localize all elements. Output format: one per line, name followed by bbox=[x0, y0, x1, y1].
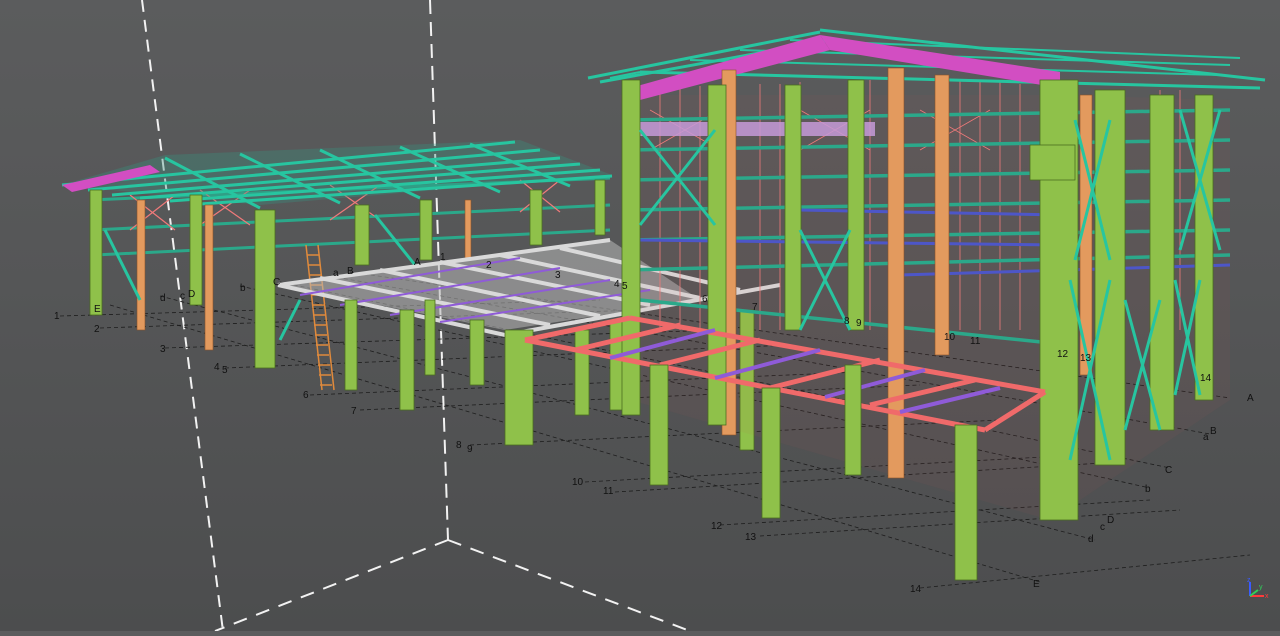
grid-label: 13 bbox=[745, 532, 757, 543]
grid-label: a bbox=[1203, 432, 1209, 443]
grid-label: 8 bbox=[844, 316, 850, 327]
grid-label: 11 bbox=[603, 486, 614, 497]
grid-label: 13 bbox=[1080, 353, 1092, 364]
grid-label: 5 bbox=[222, 365, 228, 376]
grid-label: 14 bbox=[910, 584, 922, 595]
access-ladder bbox=[305, 244, 335, 391]
grid-label: 14 bbox=[1200, 373, 1212, 384]
grid-label: D bbox=[188, 289, 195, 300]
grid-label: 9 bbox=[856, 318, 862, 329]
axis-x-label: x bbox=[1265, 593, 1269, 600]
grid-label: 7 bbox=[351, 406, 357, 417]
grid-label: b bbox=[1145, 484, 1151, 495]
grid-label: 8 bbox=[456, 440, 462, 451]
grid-label: 1 bbox=[54, 311, 60, 322]
right-building-structure[interactable] bbox=[587, 28, 1266, 521]
grid-label: E bbox=[94, 304, 101, 315]
model-canvas[interactable]: 1 2 3 4 5 6 7 8 9 10 11 12 13 14 A B a C… bbox=[0, 0, 1280, 632]
grid-label: d bbox=[160, 293, 166, 304]
grid-label: E bbox=[1033, 579, 1040, 590]
3d-model-viewport[interactable]: 1 2 3 4 5 6 7 8 9 10 11 12 13 14 A B a C… bbox=[0, 0, 1280, 632]
grid-label: A bbox=[1247, 393, 1254, 404]
grid-label: A bbox=[414, 257, 421, 268]
grid-label: 12 bbox=[711, 521, 723, 532]
axis-z-label: z bbox=[1247, 577, 1251, 584]
grid-label: 6 bbox=[303, 390, 309, 401]
grid-label: c bbox=[180, 291, 185, 302]
grid-label: 3 bbox=[160, 344, 166, 355]
grid-label: d bbox=[1088, 534, 1094, 545]
grid-label: B bbox=[1210, 426, 1217, 437]
grid-label: 9 bbox=[467, 444, 473, 455]
grid-label: C bbox=[1165, 465, 1172, 476]
grid-label: b bbox=[240, 283, 246, 294]
grid-label: 2 bbox=[94, 324, 100, 335]
grid-label: 10 bbox=[572, 477, 584, 488]
grid-label: a bbox=[333, 268, 339, 279]
grid-label: 10 bbox=[944, 332, 956, 343]
grid-label: 7 bbox=[752, 302, 758, 313]
grid-label: 2 bbox=[486, 260, 492, 271]
grid-label: B bbox=[347, 266, 354, 277]
grid-label: 12 bbox=[1057, 349, 1069, 360]
grid-label: 4 bbox=[614, 279, 620, 290]
grid-label: 5 bbox=[622, 281, 628, 292]
grid-label: 3 bbox=[555, 270, 561, 281]
axis-y-label: y bbox=[1259, 584, 1263, 591]
grid-label: 4 bbox=[214, 362, 220, 373]
axis-triad-icon[interactable]: z x y bbox=[1247, 577, 1269, 600]
grid-label: 11 bbox=[970, 336, 981, 347]
grid-label: D bbox=[1107, 515, 1114, 526]
grid-label: 1 bbox=[440, 252, 446, 263]
grid-label: C bbox=[273, 277, 280, 288]
grid-label: 6 bbox=[702, 294, 708, 305]
grid-label: c bbox=[1100, 522, 1105, 533]
